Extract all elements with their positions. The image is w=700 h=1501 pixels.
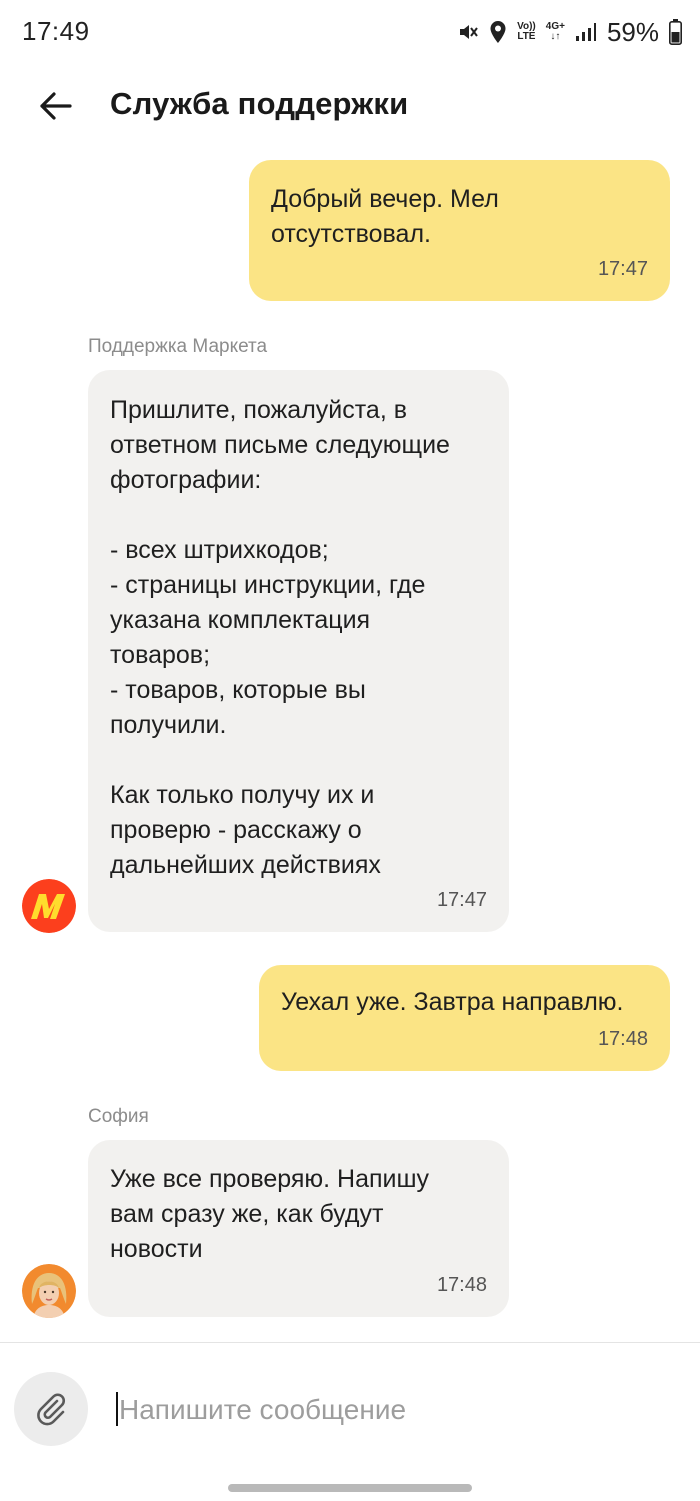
home-indicator[interactable] (228, 1484, 472, 1492)
message-text: Добрый вечер. Мел отсутствовал. (271, 185, 499, 248)
incoming-message[interactable]: Уже все проверяю. Напишу вам сразу же, к… (88, 1140, 509, 1317)
message-time: 17:48 (436, 1274, 487, 1296)
location-icon (489, 20, 507, 44)
lte-label: LTE (517, 31, 536, 42)
market-logo-icon (22, 879, 76, 933)
message-time: 17:47 (597, 258, 648, 280)
status-bar: 17:49 Vo)) LTE 4G+ ↓↑ 59% (0, 0, 700, 64)
battery-icon (669, 19, 682, 45)
sender-name: София (88, 1106, 149, 1127)
agent-avatar[interactable] (22, 1264, 76, 1318)
text-caret (116, 1392, 118, 1426)
composer-divider (0, 1342, 700, 1343)
battery-percent: 59% (606, 16, 659, 47)
message-input[interactable] (116, 1388, 676, 1432)
agent-photo-icon (22, 1264, 76, 1318)
message-text: Пришлите, пожалуйста, в ответном письме … (110, 396, 450, 879)
back-button[interactable] (30, 82, 80, 130)
data-arrows-icon: ↓↑ (550, 31, 561, 42)
paperclip-icon (37, 1393, 65, 1426)
status-time: 17:49 (22, 16, 90, 46)
sender-name: Поддержка Маркета (88, 336, 268, 357)
back-arrow-icon (40, 92, 72, 120)
chat-screen: 17:49 Vo)) LTE 4G+ ↓↑ 59% Служба поддерж… (0, 0, 700, 1501)
outgoing-message[interactable]: Уехал уже. Завтра направлю. 17:48 (259, 965, 670, 1071)
message-time: 17:48 (597, 1028, 648, 1050)
signal-icon (575, 22, 597, 42)
message-input-wrapper[interactable] (116, 1388, 676, 1432)
message-time: 17:47 (436, 889, 487, 911)
status-icons: Vo)) LTE 4G+ ↓↑ 59% (457, 14, 682, 50)
message-text: Уже все проверяю. Напишу вам сразу же, к… (110, 1165, 430, 1263)
volte-indicator: Vo)) LTE (517, 22, 536, 42)
network-indicator: 4G+ ↓↑ (546, 22, 565, 42)
outgoing-message[interactable]: Добрый вечер. Мел отсутствовал. 17:47 (249, 160, 670, 301)
message-text: Уехал уже. Завтра направлю. (281, 988, 624, 1016)
attach-button[interactable] (14, 1372, 88, 1446)
page-title: Служба поддержки (110, 86, 409, 121)
market-logo-avatar[interactable] (22, 879, 76, 933)
incoming-message[interactable]: Пришлите, пожалуйста, в ответном письме … (88, 370, 509, 932)
mute-icon (457, 21, 479, 43)
app-header: Служба поддержки (0, 64, 700, 148)
